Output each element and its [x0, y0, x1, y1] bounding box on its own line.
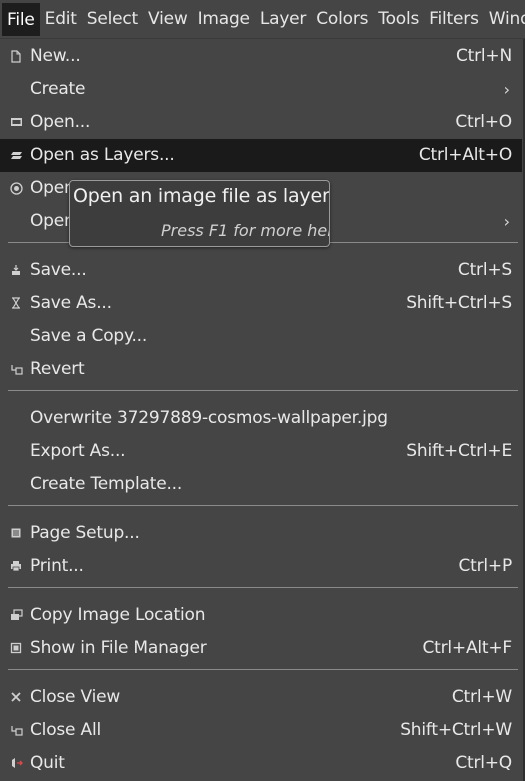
- menu-item-shortcut: Ctrl+P: [458, 556, 512, 576]
- close-icon: [9, 690, 23, 704]
- menu-item-shortcut: Shift+Ctrl+S: [406, 293, 512, 313]
- tooltip: Open an image file as layers Press F1 fo…: [69, 180, 330, 247]
- tooltip-title: Open an image file as layers: [73, 185, 330, 207]
- menu-item-shortcut: Ctrl+Q: [455, 753, 512, 773]
- menu-item-show-in-file-manager[interactable]: Show in File Manager Ctrl+Alt+F: [0, 632, 522, 665]
- menu-item-shortcut: Ctrl+Alt+O: [418, 145, 512, 165]
- tooltip-hint: Press F1 for more help: [161, 221, 330, 240]
- menu-item-label: Create Template...: [30, 474, 183, 494]
- menu-item-print[interactable]: Print... Ctrl+P: [0, 550, 522, 583]
- menu-item-label: Copy Image Location: [30, 605, 206, 625]
- menubar-select[interactable]: Select: [82, 0, 143, 38]
- menu-item-copy-image-location[interactable]: Copy Image Location: [0, 599, 522, 632]
- file-menu: New... Ctrl+N Create › Open... Ctrl+O Op…: [0, 39, 525, 781]
- menu-item-label: Quit: [30, 753, 65, 773]
- submenu-arrow-icon: ›: [503, 80, 510, 99]
- menu-item-label: Page Setup...: [30, 523, 140, 543]
- menu-item-label: Create: [30, 79, 86, 99]
- menu-item-open-as-layers[interactable]: Open as Layers... Ctrl+Alt+O: [0, 139, 522, 172]
- copy-location-icon: [9, 608, 23, 622]
- menu-item-label: Close All: [30, 720, 101, 740]
- menu-item-create-template[interactable]: Create Template...: [0, 468, 522, 501]
- menu-item-shortcut: Ctrl+Alt+F: [422, 638, 512, 658]
- menu-item-save-as[interactable]: Save As... Shift+Ctrl+S: [0, 287, 522, 320]
- menu-item-shortcut: Shift+Ctrl+W: [400, 720, 512, 740]
- menu-item-shortcut: Ctrl+W: [451, 687, 512, 707]
- menu-item-shortcut: Ctrl+S: [457, 260, 512, 280]
- menu-item-label: Save As...: [30, 293, 112, 313]
- menu-item-label: Show in File Manager: [30, 638, 207, 658]
- menubar: File Edit Select View Image Layer Colors…: [0, 0, 525, 39]
- open-folder-icon: [9, 115, 23, 129]
- quit-icon: [9, 756, 23, 770]
- menubar-edit[interactable]: Edit: [40, 0, 82, 38]
- menubar-windows[interactable]: Wind: [484, 0, 525, 38]
- open-layers-icon: [9, 148, 23, 162]
- menu-item-label: Revert: [30, 359, 85, 379]
- menu-item-label: Open as Layers...: [30, 145, 175, 165]
- menu-separator: [8, 505, 518, 506]
- menu-item-open[interactable]: Open... Ctrl+O: [0, 106, 522, 139]
- menu-item-label: Save...: [30, 260, 87, 280]
- menubar-layer[interactable]: Layer: [255, 0, 311, 38]
- menu-item-label: Export As...: [30, 441, 126, 461]
- menu-item-shortcut: Ctrl+O: [455, 112, 512, 132]
- menubar-colors[interactable]: Colors: [311, 0, 373, 38]
- menu-item-label: Overwrite 37297889-cosmos-wallpaper.jpg: [30, 408, 388, 428]
- menu-separator: [8, 669, 518, 670]
- menu-item-overwrite[interactable]: Overwrite 37297889-cosmos-wallpaper.jpg: [0, 402, 522, 435]
- menubar-view[interactable]: View: [143, 0, 193, 38]
- new-file-icon: [9, 49, 23, 63]
- menu-item-save-a-copy[interactable]: Save a Copy...: [0, 320, 522, 353]
- menu-item-label: Save a Copy...: [30, 326, 148, 346]
- page-setup-icon: [9, 526, 23, 540]
- menu-item-label: Print...: [30, 556, 84, 576]
- globe-icon: [9, 181, 23, 195]
- file-manager-icon: [9, 641, 23, 655]
- menu-item-label: Open: [30, 211, 75, 231]
- menu-item-shortcut: Shift+Ctrl+E: [406, 441, 512, 461]
- print-icon: [9, 559, 23, 573]
- menu-item-create[interactable]: Create ›: [0, 73, 522, 106]
- menu-item-close-all[interactable]: Close All Shift+Ctrl+W: [0, 714, 522, 747]
- menu-item-label: Open: [30, 178, 75, 198]
- menu-item-export-as[interactable]: Export As... Shift+Ctrl+E: [0, 435, 522, 468]
- save-icon: [9, 263, 23, 277]
- menu-separator: [8, 390, 518, 391]
- menu-item-label: Close View: [30, 687, 121, 707]
- menu-item-quit[interactable]: Quit Ctrl+Q: [0, 747, 522, 780]
- revert-icon: [9, 362, 23, 376]
- menubar-filters[interactable]: Filters: [424, 0, 484, 38]
- menubar-image[interactable]: Image: [193, 0, 255, 38]
- menu-separator: [8, 587, 518, 588]
- menu-item-page-setup[interactable]: Page Setup...: [0, 517, 522, 550]
- menu-item-new[interactable]: New... Ctrl+N: [0, 40, 522, 73]
- menu-item-label: Open...: [30, 112, 91, 132]
- menu-item-label: New...: [30, 46, 81, 66]
- submenu-arrow-icon: ›: [503, 212, 510, 231]
- menubar-tools[interactable]: Tools: [373, 0, 424, 38]
- menu-item-shortcut: Ctrl+N: [455, 46, 512, 66]
- menu-item-save[interactable]: Save... Ctrl+S: [0, 254, 522, 287]
- menubar-file[interactable]: File: [2, 3, 40, 36]
- menu-item-revert[interactable]: Revert: [0, 353, 522, 386]
- save-as-icon: [9, 296, 23, 310]
- gimp-window: File Edit Select View Image Layer Colors…: [0, 0, 525, 781]
- menu-item-close-view[interactable]: Close View Ctrl+W: [0, 681, 522, 714]
- close-all-icon: [9, 723, 23, 737]
